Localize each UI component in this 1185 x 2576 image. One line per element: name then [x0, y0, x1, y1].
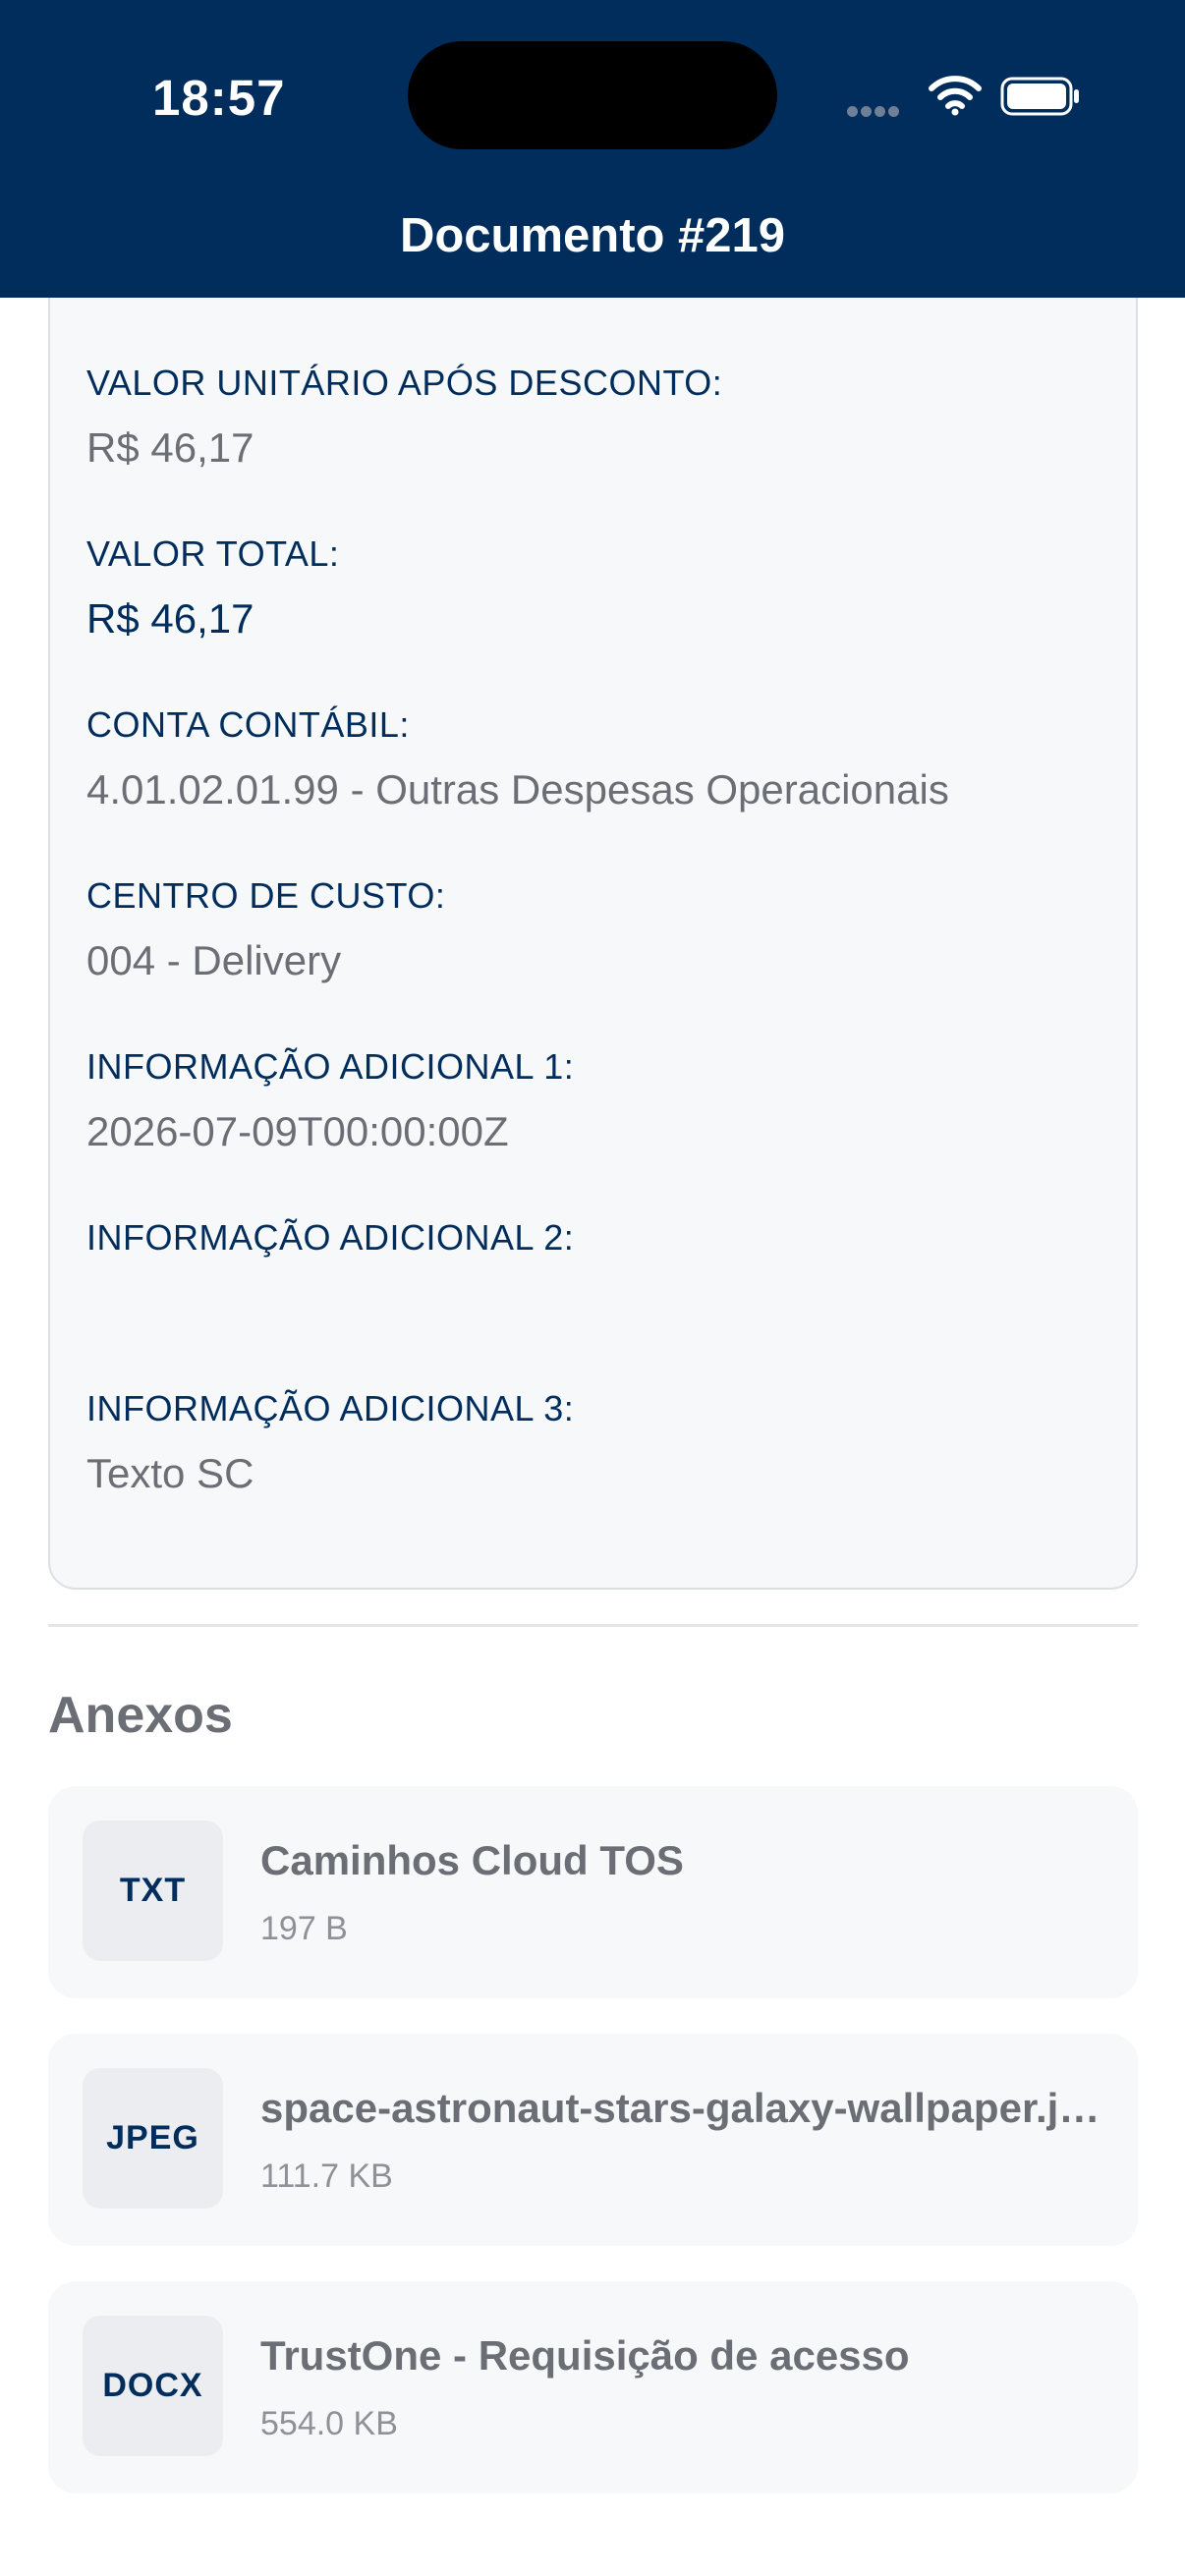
additional-info-1-value: 2026-07-09T00:00:00Z [86, 1108, 509, 1154]
accounting-account-label: CONTA CONTÁBIL: [86, 704, 410, 745]
additional-info-2-label: INFORMAÇÃO ADICIONAL 2: [86, 1217, 575, 1258]
status-time: 18:57 [152, 70, 286, 126]
status-icons [847, 69, 1083, 124]
attachment-name: Caminhos Cloud TOS [260, 1837, 684, 1883]
file-type-icon: JPEG [83, 2068, 223, 2209]
attachment-name: TrustOne - Requisição de acesso [260, 2332, 910, 2379]
attachment-item[interactable]: DOCX TrustOne - Requisição de acesso 554… [48, 2281, 1138, 2493]
attachment-item[interactable]: TXT Caminhos Cloud TOS 197 B [48, 1786, 1138, 1998]
app-header: 18:57 Documento #219 [0, 0, 1185, 298]
total-value-value: R$ 46,17 [86, 595, 254, 642]
attachment-size: 111.7 KB [260, 2157, 393, 2195]
attachments-title: Anexos [48, 1687, 233, 1744]
battery-icon [1000, 77, 1079, 116]
attachment-name: space-astronaut-stars-galaxy-wallpaper.j… [260, 2085, 1105, 2131]
file-type-icon: TXT [83, 1820, 223, 1961]
unit-value-after-discount-label: VALOR UNITÁRIO APÓS DESCONTO: [86, 363, 723, 403]
wifi-icon [929, 76, 982, 116]
additional-info-3-label: INFORMAÇÃO ADICIONAL 3: [86, 1388, 575, 1428]
accounting-account-value: 4.01.02.01.99 - Outras Despesas Operacio… [86, 766, 949, 812]
additional-info-1-label: INFORMAÇÃO ADICIONAL 1: [86, 1046, 575, 1087]
total-value-label: VALOR TOTAL: [86, 533, 340, 574]
additional-info-3-value: Texto SC [86, 1450, 254, 1496]
attachment-size: 554.0 KB [260, 2405, 398, 2442]
cost-center-value: 004 - Delivery [86, 937, 342, 983]
attachment-item[interactable]: JPEG space-astronaut-stars-galaxy-wallpa… [48, 2034, 1138, 2246]
page-title: Documento #219 [399, 209, 786, 262]
cost-center-label: CENTRO DE CUSTO: [86, 875, 446, 916]
cellular-dots-icon [847, 104, 902, 122]
file-type-icon: DOCX [83, 2316, 223, 2456]
section-divider [48, 1624, 1138, 1627]
unit-value-after-discount-value: R$ 46,17 [86, 424, 254, 471]
attachment-size: 197 B [260, 1910, 348, 1947]
dynamic-island [408, 41, 777, 149]
